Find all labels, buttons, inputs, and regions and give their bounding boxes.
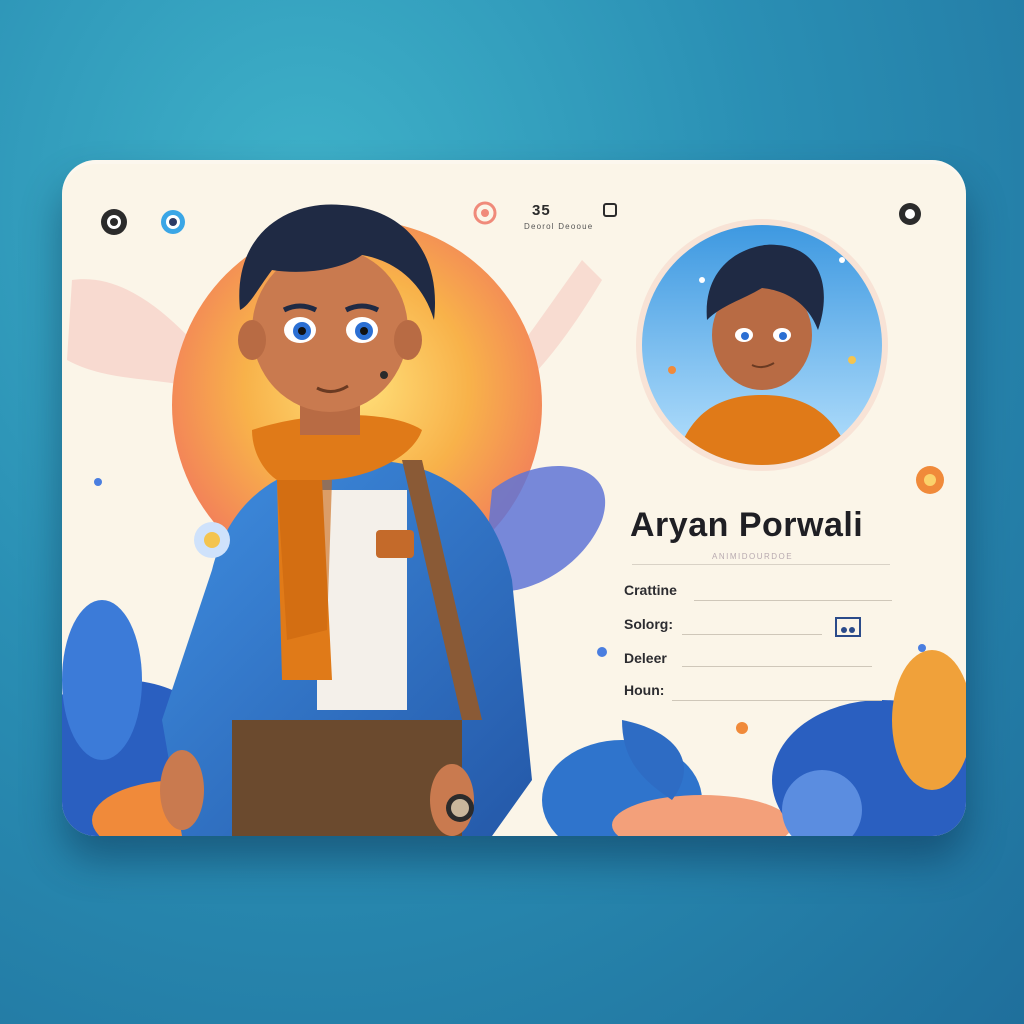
settings-icon[interactable]	[896, 200, 924, 228]
field-label-houn: Houn:	[624, 682, 665, 698]
field-label-crattine: Crattine	[624, 582, 677, 598]
counter-value: 35	[532, 202, 551, 219]
field-line[interactable]	[682, 634, 822, 635]
bookmark-icon[interactable]	[602, 202, 618, 218]
circle-target-icon[interactable]	[98, 206, 130, 238]
image-icon[interactable]	[834, 616, 862, 638]
name-divider	[632, 564, 890, 565]
eye-icon[interactable]	[157, 206, 189, 238]
profile-card: 35 Deorol Deooue Aryan Porwali ANIMIDOUR…	[62, 160, 966, 836]
field-line[interactable]	[694, 600, 892, 601]
face	[252, 248, 408, 412]
field-line[interactable]	[682, 666, 872, 667]
character-illustration	[62, 204, 966, 836]
dot-icon[interactable]	[472, 200, 498, 226]
field-label-solorg: Solorg:	[624, 616, 673, 632]
counter-label: Deorol Deooue	[524, 222, 594, 231]
field-line[interactable]	[672, 700, 882, 701]
profile-name: Aryan Porwali	[630, 506, 864, 544]
profile-subtitle: ANIMIDOURDOE	[712, 552, 794, 561]
field-label-deleer: Deleer	[624, 650, 667, 666]
